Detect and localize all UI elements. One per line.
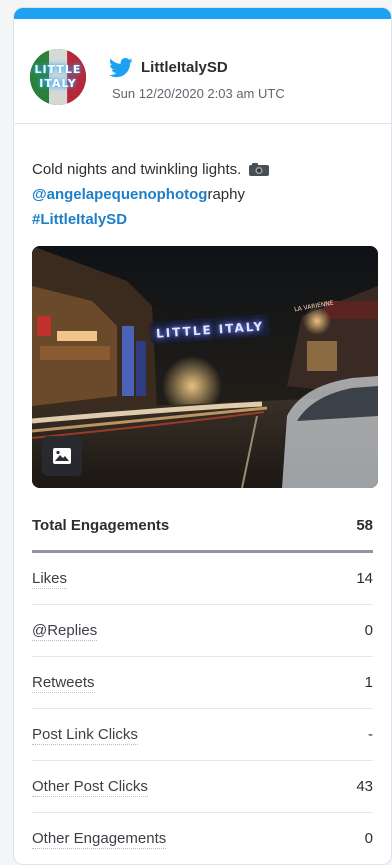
camera-emoji-icon bbox=[249, 163, 270, 176]
metric-row-other-post-clicks: Other Post Clicks 43 bbox=[32, 761, 373, 813]
metric-value: 0 bbox=[364, 830, 373, 847]
metric-row-likes: Likes 14 bbox=[32, 553, 373, 605]
metric-value: 14 bbox=[356, 570, 373, 587]
metric-label[interactable]: Retweets bbox=[32, 674, 95, 693]
post-timestamp: Sun 12/20/2020 2:03 am UTC bbox=[112, 86, 285, 101]
metric-row-replies: @Replies 0 bbox=[32, 605, 373, 657]
avatar[interactable]: LITTLE ITALY bbox=[30, 49, 86, 105]
mention-suffix: raphy bbox=[207, 186, 245, 203]
metric-label: Total Engagements bbox=[32, 517, 170, 534]
street-night-photo bbox=[32, 246, 378, 488]
image-icon bbox=[53, 448, 71, 464]
metric-value: 1 bbox=[364, 674, 373, 691]
mention-text: @angelapequenophotog bbox=[32, 186, 208, 203]
metric-value: 0 bbox=[364, 622, 373, 639]
post-card: LITTLE ITALY LittleItalySD Sun 12/20/202… bbox=[13, 7, 392, 865]
post-photo[interactable]: LITTLE ITALY LA VARIENNE bbox=[32, 246, 378, 488]
metric-row-total: Total Engagements 58 bbox=[32, 506, 373, 553]
post-body: Cold nights and twinkling lights. @angel… bbox=[14, 157, 391, 864]
avatar-text-line-2: ITALY bbox=[39, 77, 77, 90]
metric-value: - bbox=[368, 726, 373, 743]
metric-row-retweets: Retweets 1 bbox=[32, 657, 373, 709]
hashtag-link[interactable]: #LittleItalySD bbox=[32, 211, 127, 228]
metric-label[interactable]: @Replies bbox=[32, 622, 98, 641]
accent-bar bbox=[14, 8, 391, 19]
metric-label[interactable]: Other Post Clicks bbox=[32, 778, 148, 797]
metric-value: 58 bbox=[356, 517, 373, 534]
account-handle[interactable]: LittleItalySD bbox=[141, 59, 228, 76]
post-text-line: Cold nights and twinkling lights. bbox=[32, 161, 242, 178]
avatar-text-line-1: LITTLE bbox=[34, 63, 82, 76]
image-badge-icon[interactable] bbox=[42, 436, 82, 476]
twitter-bird-icon bbox=[109, 58, 133, 78]
mention-link[interactable]: @angelapequenophotog bbox=[32, 186, 207, 203]
engagement-metrics: Total Engagements 58 Likes 14 @Replies 0… bbox=[32, 506, 373, 864]
metric-row-other-engagements: Other Engagements 0 bbox=[32, 813, 373, 864]
metric-row-post-link-clicks: Post Link Clicks - bbox=[32, 709, 373, 761]
metric-label[interactable]: Post Link Clicks bbox=[32, 726, 138, 745]
metric-label[interactable]: Other Engagements bbox=[32, 830, 167, 849]
post-text: Cold nights and twinkling lights. @angel… bbox=[32, 157, 373, 232]
post-header: LITTLE ITALY LittleItalySD Sun 12/20/202… bbox=[14, 19, 391, 124]
metric-label[interactable]: Likes bbox=[32, 570, 68, 589]
metric-value: 43 bbox=[356, 778, 373, 795]
